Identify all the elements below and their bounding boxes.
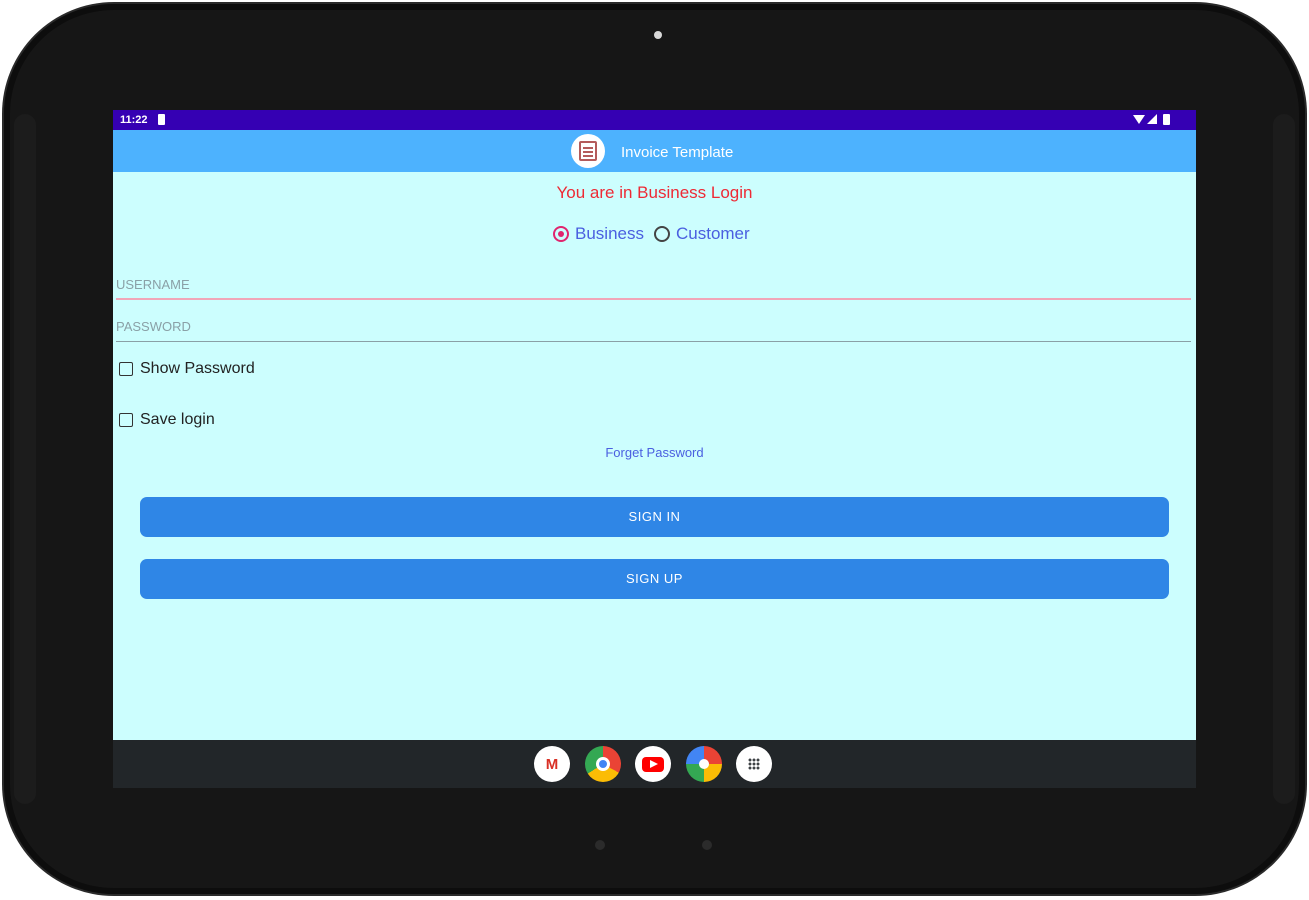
youtube-icon[interactable]	[635, 746, 671, 782]
app-title: Invoice Template	[621, 144, 734, 161]
gmail-icon[interactable]: M	[534, 746, 570, 782]
tablet-speaker-left	[14, 114, 36, 804]
wifi-icon	[1133, 115, 1145, 124]
save-login-label[interactable]: Save login	[140, 411, 215, 429]
battery-icon	[1163, 114, 1170, 125]
app-drawer-icon[interactable]	[736, 746, 772, 782]
chrome-icon[interactable]	[585, 746, 621, 782]
photos-icon[interactable]	[686, 746, 722, 782]
username-input[interactable]	[116, 270, 1191, 300]
bottom-sensor-right	[702, 840, 712, 850]
radio-customer[interactable]	[653, 226, 670, 242]
app-screen: 11:22 Invoice Template You are in Busine…	[113, 110, 1196, 788]
show-password-label[interactable]: Show Password	[140, 360, 255, 378]
cell-signal-icon	[1147, 114, 1157, 124]
login-type-radio-group: Business Customer	[553, 224, 754, 244]
show-password-checkbox[interactable]	[119, 362, 133, 376]
login-mode-notice: You are in Business Login	[556, 183, 753, 202]
status-time: 11:22	[120, 114, 148, 126]
taskbar-dock: M	[113, 740, 1196, 788]
save-login-row[interactable]: Save login	[119, 411, 215, 429]
app-bar: Invoice Template	[113, 130, 1196, 172]
sign-in-button[interactable]: SIGN IN	[140, 497, 1169, 537]
radio-business-label[interactable]: Business	[575, 224, 644, 244]
tablet-speaker-right	[1273, 114, 1295, 804]
bottom-sensor-left	[595, 840, 605, 850]
radio-business[interactable]	[553, 226, 569, 242]
radio-customer-label[interactable]: Customer	[676, 224, 750, 244]
sd-card-icon	[158, 114, 165, 125]
save-login-checkbox[interactable]	[119, 413, 133, 427]
forgot-password-link[interactable]: Forget Password	[113, 445, 1196, 460]
front-camera	[654, 31, 662, 39]
password-input[interactable]	[116, 312, 1191, 342]
status-bar: 11:22	[113, 110, 1196, 130]
sign-up-button[interactable]: SIGN UP	[140, 559, 1169, 599]
app-logo-icon	[571, 134, 605, 168]
show-password-row[interactable]: Show Password	[119, 360, 255, 378]
